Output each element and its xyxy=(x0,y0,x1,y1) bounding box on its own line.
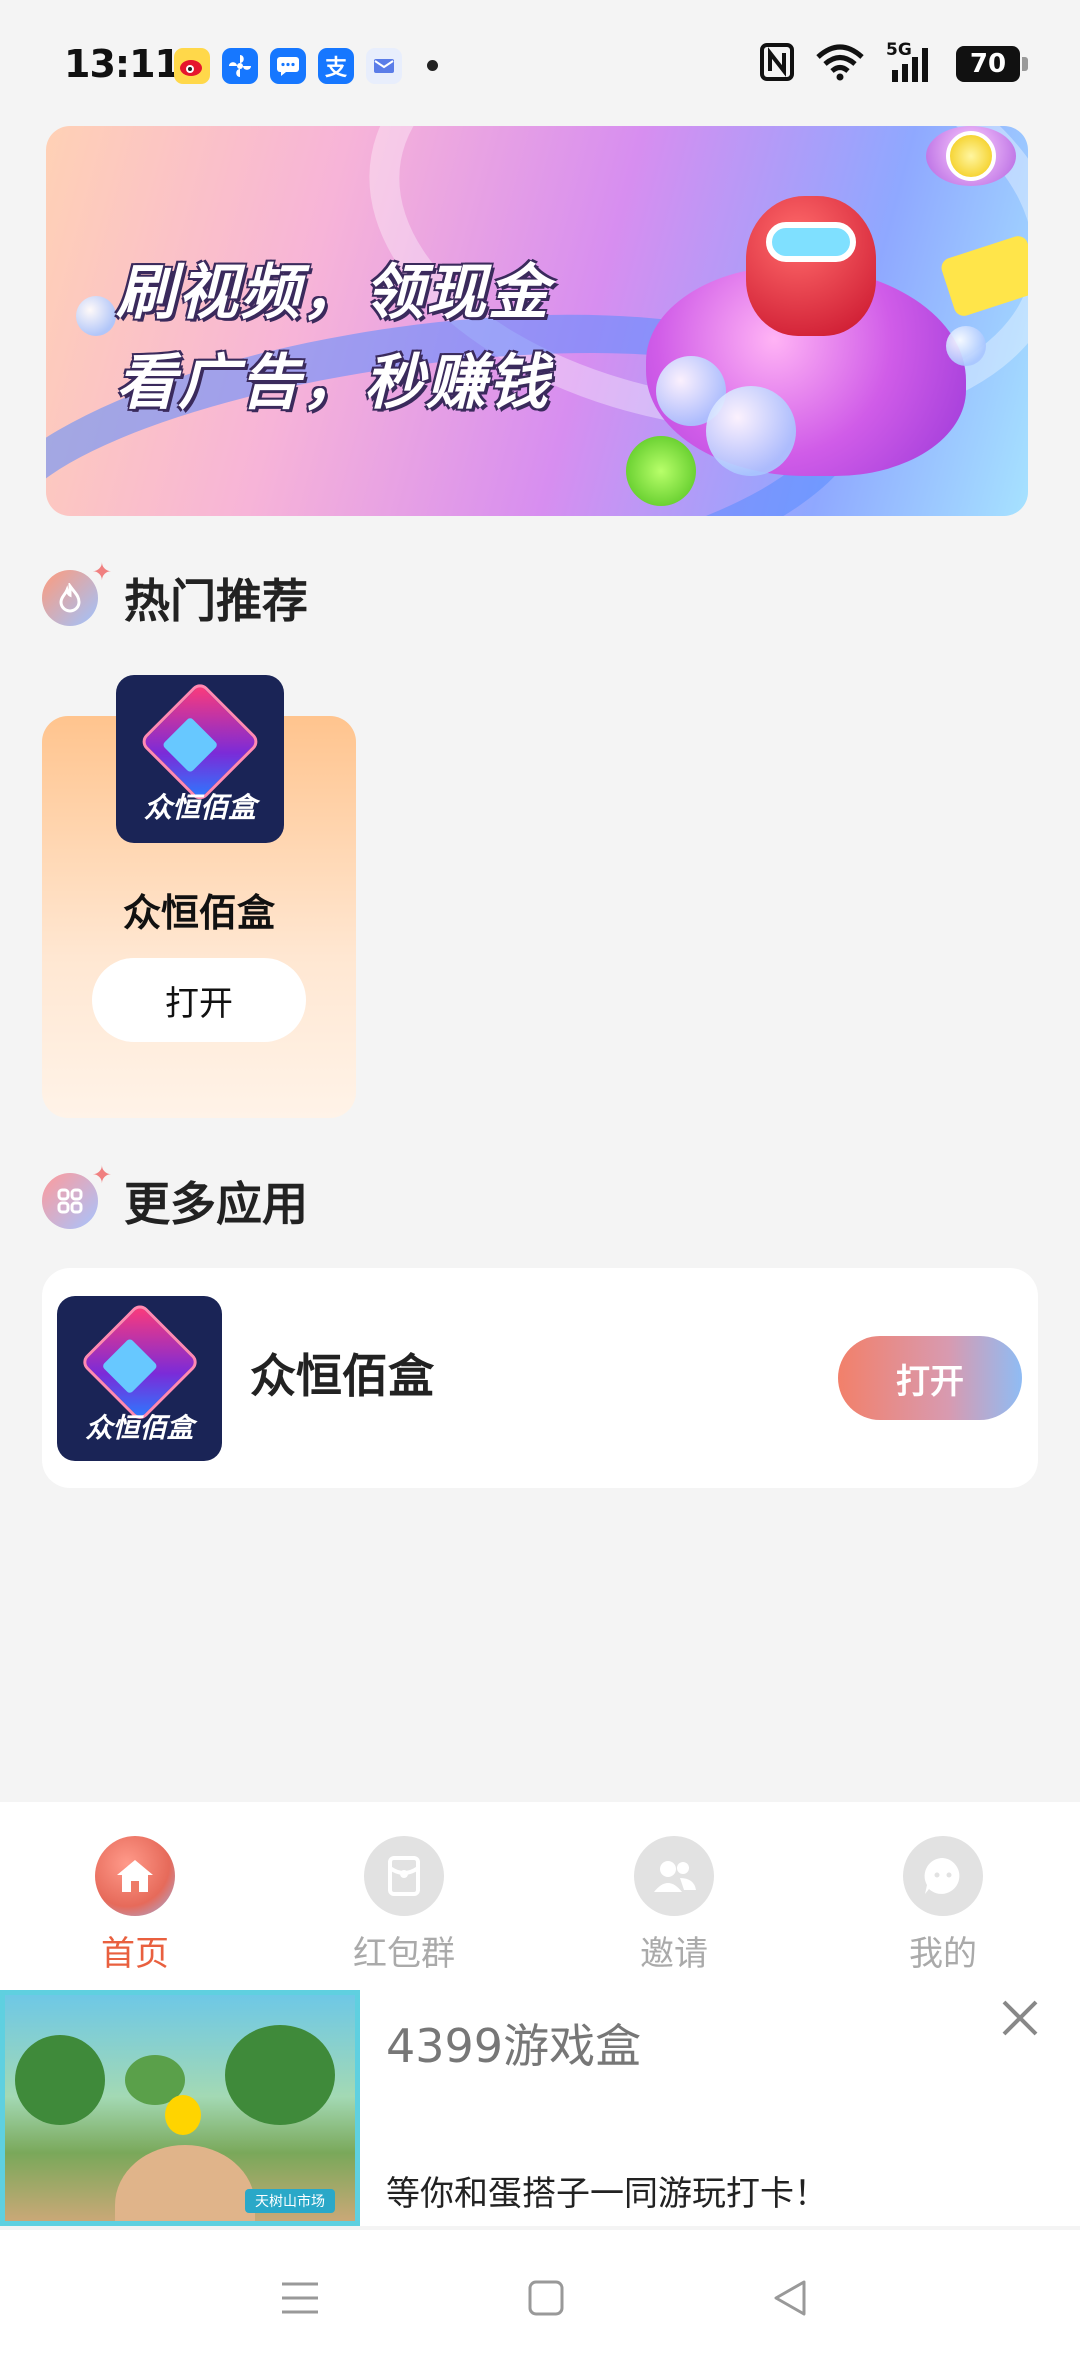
wifi-icon xyxy=(814,43,866,85)
ad-description: 等你和蛋搭子一同游玩打卡！ xyxy=(386,2174,828,2214)
home-button-icon[interactable] xyxy=(516,2268,576,2328)
bubble-decoration xyxy=(706,386,796,476)
mascot-illustration xyxy=(746,196,876,336)
sparkle-icon xyxy=(76,296,116,336)
promo-banner[interactable]: 刷视频，领现金 看广告，秒赚钱 xyxy=(46,126,1028,516)
battery-icon: 70 xyxy=(956,46,1028,82)
app-icon[interactable]: 众恒佰盒 xyxy=(116,675,284,843)
sparkle-icon: ✦ xyxy=(91,1161,112,1189)
hot-app-open-button[interactable]: 打开 xyxy=(92,958,306,1042)
cellular-signal-icon: 5G xyxy=(886,40,936,84)
fire-icon: ✦ xyxy=(42,558,112,626)
bubble-decoration xyxy=(946,326,986,366)
nav-label-home: 首页 xyxy=(101,1934,169,1974)
alipay-glyph: 支 xyxy=(324,56,347,81)
more-app-name: 众恒佰盒 xyxy=(250,1349,434,1403)
nav-item-invite[interactable]: 邀请 xyxy=(574,1836,774,1976)
status-bar: 13:11 支 5G 70 xyxy=(0,0,1080,130)
chick-character xyxy=(165,2095,201,2135)
ad-thumbnail[interactable]: 天树山市场 xyxy=(0,1990,360,2226)
close-icon[interactable] xyxy=(998,1996,1042,2040)
banner-headline-1: 刷视频，领现金 xyxy=(116,258,550,328)
star-illustration xyxy=(626,436,696,506)
coin-icon xyxy=(946,131,996,181)
ad-title[interactable]: 4399游戏盒 xyxy=(386,2010,641,2076)
apps-grid-icon: ✦ xyxy=(42,1161,112,1229)
alipay-icon: 支 xyxy=(318,48,354,84)
status-right: 5G 70 xyxy=(760,40,1028,85)
profile-icon xyxy=(903,1836,983,1916)
nav-item-red-packet-group[interactable]: 红包群 xyxy=(304,1836,504,1976)
app-icon[interactable]: 众恒佰盒 xyxy=(57,1296,222,1461)
screen: 13:11 支 5G 70 刷视频，领现金 看广告，秒赚钱 ✦ 热门推荐 众恒佰… xyxy=(0,0,1080,2362)
fan-icon xyxy=(222,48,258,84)
app-icon-label: 众恒佰盒 xyxy=(85,1412,194,1444)
nav-label-red-packet-group: 红包群 xyxy=(353,1934,455,1974)
more-app-open-button[interactable]: 打开 xyxy=(838,1336,1022,1420)
banner-headline-2: 看广告，秒赚钱 xyxy=(116,348,550,418)
app-icon-label: 众恒佰盒 xyxy=(143,791,256,825)
more-section-header: ✦ 更多应用 xyxy=(42,1161,308,1236)
thumbnail-tag: 天树山市场 xyxy=(245,2189,335,2213)
hot-app-name: 众恒佰盒 xyxy=(122,891,275,935)
back-icon[interactable] xyxy=(760,2268,820,2328)
more-section-title: 更多应用 xyxy=(124,1177,308,1231)
nav-label-profile: 我的 xyxy=(909,1934,977,1974)
red-packet-icon xyxy=(364,1836,444,1916)
email-icon xyxy=(366,48,402,84)
battery-level: 70 xyxy=(969,49,1007,79)
hot-section-title: 热门推荐 xyxy=(124,574,308,628)
tree-graphic xyxy=(225,2025,335,2125)
nav-item-profile[interactable]: 我的 xyxy=(843,1836,1043,1976)
nfc-icon xyxy=(760,43,794,85)
goggle-illustration xyxy=(766,222,856,262)
invite-icon xyxy=(634,1836,714,1916)
sparkle-icon: ✦ xyxy=(91,558,112,586)
menu-icon[interactable] xyxy=(270,2268,330,2328)
nav-label-invite: 邀请 xyxy=(640,1934,708,1974)
hot-section-header: ✦ 热门推荐 xyxy=(42,558,308,633)
message-icon xyxy=(270,48,306,84)
tree-graphic xyxy=(15,2035,105,2125)
status-time: 13:11 xyxy=(64,42,181,86)
more-notifications-dot xyxy=(427,60,438,71)
nav-item-home[interactable]: 首页 xyxy=(35,1836,235,1976)
path-graphic xyxy=(115,2145,255,2221)
weibo-icon xyxy=(174,48,210,84)
home-icon xyxy=(95,1836,175,1916)
